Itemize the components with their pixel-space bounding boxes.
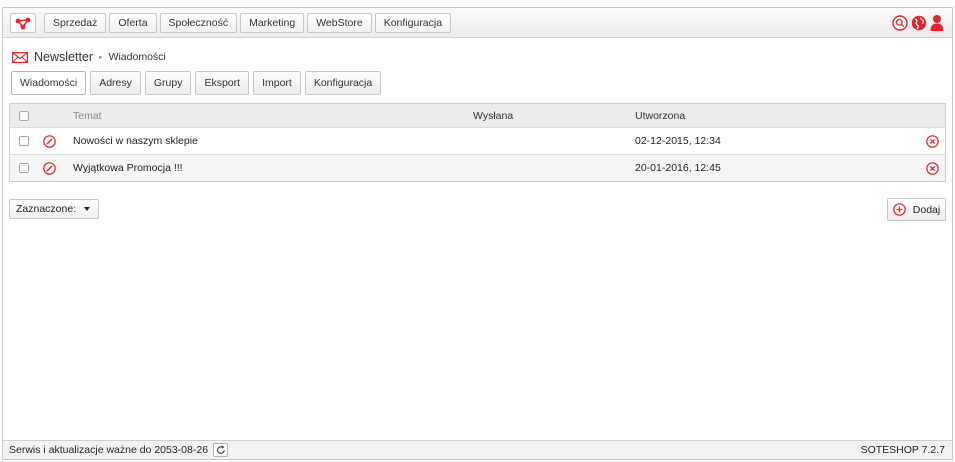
breadcrumb-separator: ▸ [99,54,103,61]
status-bar: Serwis i aktualizacje ważne do 2053-08-2… [3,440,952,459]
menu-community-button[interactable]: Społeczność [159,13,238,33]
edit-button[interactable] [43,128,56,154]
breadcrumb-newsletter-link[interactable]: Newsletter [34,50,93,64]
edit-icon [43,134,56,148]
table-row: Nowości w naszym sklepie 02-12-2015, 12:… [10,127,945,154]
main-menu: Sprzedaż Oferta Społeczność Marketing We… [44,13,452,33]
edit-icon [43,161,56,175]
home-logo-button[interactable] [10,13,36,33]
tab-export[interactable]: Eksport [195,71,250,95]
delete-icon [926,161,939,175]
globe-icon[interactable] [911,15,927,31]
plus-circle-icon [892,203,906,216]
caret-down-icon [84,207,91,211]
tab-configuration[interactable]: Konfiguracja [304,71,382,95]
top-icons [892,14,944,31]
message-created-date: 02-12-2015, 12:34 [635,135,721,147]
menu-sales-button[interactable]: Sprzedaż [44,13,107,33]
table-header-row: Temat Wysłana Utworzona [10,104,945,127]
add-button[interactable]: Dodaj [887,198,946,221]
service-expiry-text: Serwis i aktualizacje ważne do 2053-08-2… [9,444,209,456]
messages-table: Temat Wysłana Utworzona Nowości w naszym… [9,103,946,182]
menu-webstore-button[interactable]: WebStore [307,13,372,33]
selected-actions-dropdown[interactable]: Zaznaczone: [9,199,100,219]
tab-messages[interactable]: Wiadomości [11,71,87,95]
app-window: Sprzedaż Oferta Społeczność Marketing We… [2,7,953,460]
section-tabs: Wiadomości Adresy Grupy Eksport Import K… [11,71,382,95]
menu-configuration-button[interactable]: Konfiguracja [374,13,452,33]
refresh-icon [216,445,225,454]
column-header-subject[interactable]: Temat [73,104,102,127]
message-created-date: 20-01-2016, 12:45 [635,162,721,174]
select-all-checkbox[interactable] [19,110,29,121]
user-icon[interactable] [930,14,944,31]
add-button-label: Dodaj [912,203,941,216]
menu-marketing-button[interactable]: Marketing [240,13,305,33]
refresh-button[interactable] [213,443,229,457]
tab-import[interactable]: Import [253,71,301,95]
message-subject[interactable]: Nowości w naszym sklepie [73,128,198,154]
delete-button[interactable] [926,128,939,154]
top-navigation-bar: Sprzedaż Oferta Społeczność Marketing We… [3,8,952,38]
column-header-created[interactable]: Utworzona [635,104,685,127]
search-icon[interactable] [892,14,908,31]
column-header-sent[interactable]: Wysłana [473,104,513,127]
version-label: SOTESHOP 7.2.7 [860,444,945,456]
service-info: Serwis i aktualizacje ważne do 2053-08-2… [9,441,229,459]
selected-actions-label: Zaznaczone: [16,203,77,215]
row-checkbox[interactable] [19,163,29,173]
tab-groups[interactable]: Grupy [144,71,192,95]
soteshop-logo-icon [15,17,31,29]
message-subject[interactable]: Wyjątkowa Promocja !!! [73,155,183,181]
envelope-icon [12,51,28,63]
breadcrumb-current: Wiadomości [108,51,166,63]
edit-button[interactable] [43,155,56,181]
breadcrumb: Newsletter ▸ Wiadomości [12,50,166,64]
delete-button[interactable] [926,155,939,181]
table-row: Wyjątkowa Promocja !!! 20-01-2016, 12:45 [10,154,945,181]
menu-offer-button[interactable]: Oferta [109,13,157,33]
delete-icon [926,134,939,148]
tab-addresses[interactable]: Adresy [90,71,141,95]
row-checkbox[interactable] [19,136,29,146]
